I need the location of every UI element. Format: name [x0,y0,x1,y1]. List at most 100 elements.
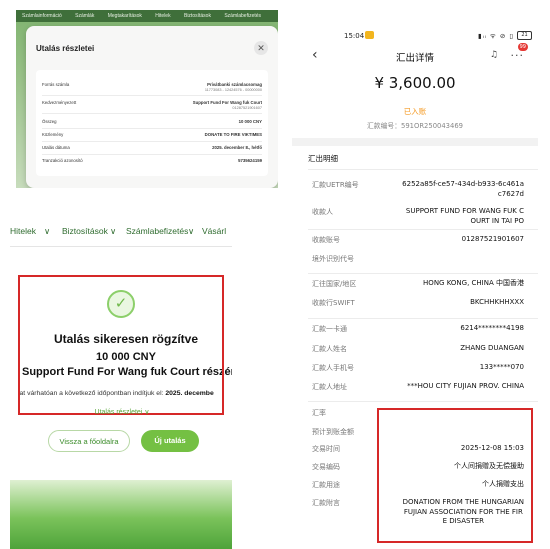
battery-icon: 21 [517,31,532,40]
nav-bar: ‹ 汇出详情 ♫ ··· 99 [292,43,538,66]
status-bar: 15:04 ▮ᵢₗ ᯤ ⊘ ▯ 21 [292,24,538,46]
detail-value-line: 01287521901607 [461,235,524,243]
status-credited: 已入账 [403,107,427,116]
detail-value: ***HOU CITY FUJIAN PROV. CHINA [407,382,524,392]
detail-label: Forrás számla [42,82,70,87]
menu-vasarlas[interactable]: Vásárl [202,226,226,236]
divider [42,128,262,129]
detail-sub: 01287521901607 [232,106,262,110]
detail-value: 01287521901607 [462,235,524,245]
detail-value-line: ***HOU CITY FUJIAN PROV. CHINA [407,382,524,390]
detail-label: 收款行SWIFT [312,299,355,307]
detail-label: 汇款用途 [312,481,340,489]
menu-item[interactable]: Hitelek [155,13,170,19]
detail-value: BKCHHKHHXXX [470,298,524,308]
decorative-footer [10,480,232,549]
detail-label: 预计到账金额 [312,428,354,436]
modal-title: Utalás részletei [36,44,95,53]
detail-value: 2025. december 8., hétfő [212,145,262,150]
divider [308,229,538,230]
chevron-down-icon: ∨ [110,226,117,236]
detail-value: SUPPORT FUND FOR WANG FUK C OURT IN TAI P… [406,207,524,226]
detail-value-line: 6214********4198 [460,324,524,332]
detail-value: Support Fund For Wang fuk Court [192,100,262,105]
detail-label: 汇款人地址 [312,383,347,391]
detail-sub: 11773083 - 12424576 - 00000000 [204,88,262,92]
highlight-box [377,408,533,543]
status-time: 15:04 [344,32,365,40]
notification-icon [365,31,374,39]
page-title: 汇出详情 [395,53,434,64]
detail-label: 汇款UETR编号 [312,181,359,189]
divider [308,273,538,274]
menu-item[interactable]: Számlabefizetés [224,13,261,19]
new-transfer-button[interactable]: Új utalás [141,430,199,452]
divider [10,246,232,247]
close-icon[interactable]: ✕ [254,41,268,55]
amount: ¥ 3,600.00 [374,74,456,92]
menu-hitelek[interactable]: Hitelek [10,226,36,236]
detail-value: 5735624159 [238,158,262,163]
details-card: Forrás számla Privátbanki számlacsomag 1… [36,70,268,176]
detail-value-line: BKCHHKHHXXX [470,298,524,306]
chevron-down-icon: ∨ [188,226,195,236]
top-menu: Hitelek ∨ Biztosítások ∨ Számlabefizetés… [10,222,232,240]
detail-label: Tranzakció azonosító [42,158,83,163]
chevron-down-icon: ∨ [44,226,51,236]
divider [308,169,538,170]
transfer-details-link[interactable]: Utalás részletei ∨ [10,408,232,416]
detail-label: 汇款一卡通 [312,325,347,333]
detail-value: 6252a85f-ce57-434d-b933-6c461a c7627d [402,180,524,199]
menu-szamlabefizetes[interactable]: Számlabefizetés [126,226,188,236]
menu-item[interactable]: Megtakarítások [108,13,142,19]
detail-value-line: ZHANG DUANGAN [460,344,524,352]
detail-label: 交易编码 [312,463,340,471]
back-home-button[interactable]: Vissza a főoldalra [48,430,130,452]
divider [42,141,262,142]
menu-item[interactable]: Biztosítások [184,13,211,19]
detail-label: 汇款人姓名 [312,345,347,353]
detail-value-line: OURT IN TAI PO [470,216,524,225]
detail-label: Közlemény [42,132,64,137]
section-gap [292,138,538,146]
detail-value-line: c7627d [497,189,524,198]
detail-value-line: SUPPORT FUND FOR WANG FUK C [405,207,524,215]
divider [308,401,538,402]
detail-value: DONATE TO FIRE VIKTIMES [204,132,262,137]
headset-icon[interactable]: ♫ [490,50,498,60]
detail-value-line: HONG KONG, CHINA 中国香港 [423,279,524,287]
menu-item[interactable]: Számlainformáció [22,13,62,19]
detail-label: 汇款附言 [312,499,340,507]
divider [42,95,262,96]
detail-label: 汇往国家/地区 [312,280,357,288]
transfer-details-panel: Számlainformáció Számlák Megtakarítások … [16,10,278,188]
menu-item[interactable]: Számlák [75,13,94,19]
menu-biztositasok[interactable]: Biztosítások [62,226,108,236]
divider [42,154,262,155]
transfer-success-panel: Hitelek ∨ Biztosítások ∨ Számlabefizetés… [10,218,232,549]
detail-label: Kedvezményezett [42,100,77,105]
detail-label: 交易时间 [312,445,340,453]
transfer-details-modal: Utalás részletei ✕ Forrás számla Privátb… [26,26,278,188]
detail-value-line: 6252a85f-ce57-434d-b933-6c461a [402,180,524,188]
detail-value: 10 000 CNY [238,119,262,124]
divider [308,318,538,319]
detail-label: 收款人 [312,208,333,216]
detail-label: Összeg [42,119,57,124]
detail-value-line: 133*****070 [479,363,524,371]
detail-value: ZHANG DUANGAN [460,344,524,354]
detail-label: 汇款人手机号 [312,364,354,372]
detail-label: 境外识别代号 [312,255,354,263]
signal-icons: ▮ᵢₗ ᯤ ⊘ ▯ [478,32,514,40]
section-title: 汇出明细 [308,154,338,163]
detail-value: HONG KONG, CHINA 中国香港 [423,279,524,289]
divider [42,113,262,114]
detail-value: 133*****070 [480,363,524,373]
detail-value: 6214********4198 [460,324,524,334]
remittance-details-screen: 15:04 ▮ᵢₗ ᯤ ⊘ ▯ 21 ‹ 汇出详情 ♫ ··· 99 ¥ 3,6… [292,24,538,549]
detail-value: Privátbanki számlacsomag [207,82,262,87]
top-menu-bar: Számlainformáció Számlák Megtakarítások … [16,10,278,22]
detail-label: Utalás dátuma [42,145,70,150]
detail-label: 收款账号 [312,236,340,244]
detail-label: 汇率 [312,409,326,417]
